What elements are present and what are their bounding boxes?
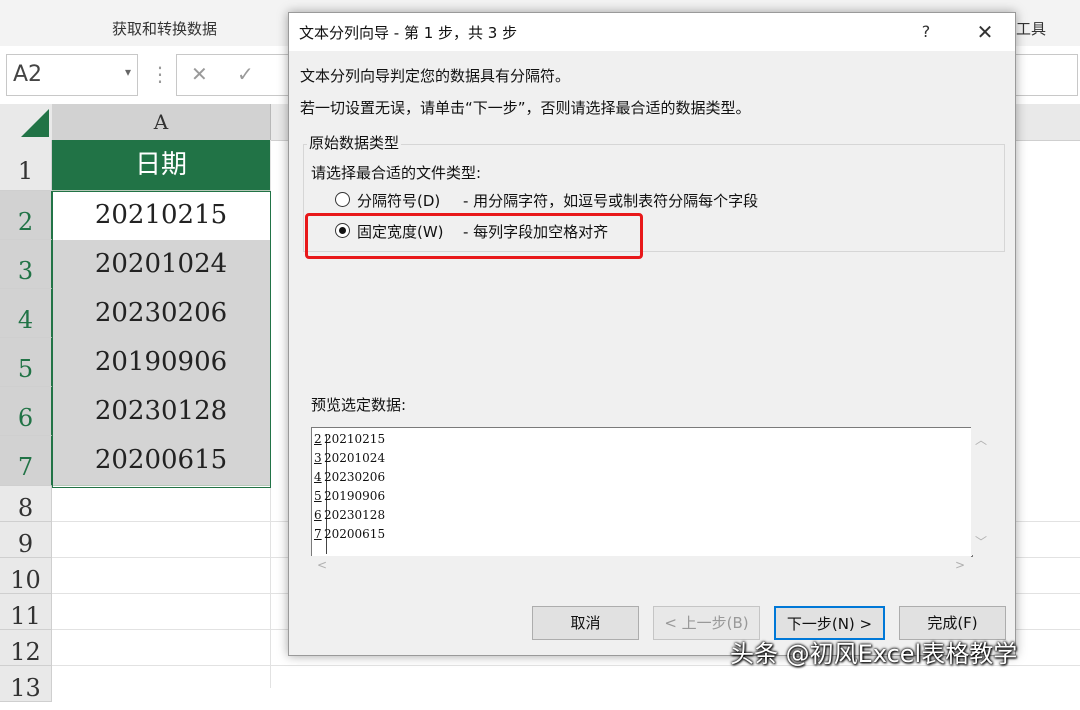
row-header-6[interactable]: 6 [0, 387, 53, 436]
name-box-value: A2 [13, 62, 43, 87]
row-header-9[interactable]: 9 [0, 522, 52, 558]
name-box[interactable]: A2 ▾ [6, 54, 138, 96]
chevron-down-icon[interactable]: ▾ [125, 65, 131, 79]
select-all-corner[interactable] [0, 104, 53, 141]
row-header-13[interactable]: 13 [0, 666, 52, 702]
ribbon-tools-label: 工具 [1016, 20, 1047, 38]
watermark: 头条 @初风Excel表格教学 [730, 640, 1018, 668]
delimited-description: - 用分隔字符，如逗号或制表符分隔每个字段 [463, 192, 759, 210]
dialog-title: 文本分列向导 - 第 1 步，共 3 步 [299, 24, 518, 42]
row-header-10[interactable]: 10 [0, 558, 52, 594]
dialog-titlebar[interactable]: 文本分列向导 - 第 1 步，共 3 步 ? ✕ [289, 13, 1015, 51]
row-header-12[interactable]: 12 [0, 630, 52, 666]
row-header-11[interactable]: 11 [0, 594, 52, 630]
row-header-7[interactable]: 7 [0, 436, 53, 486]
data-type-group-title: 原始数据类型 [307, 132, 402, 153]
preview-row: 2 20210215 [314, 432, 386, 446]
preview-row: 5 20190906 [314, 489, 386, 503]
preview-vertical-scrollbar[interactable]: ︿ ﹀ [971, 427, 991, 555]
scroll-down-icon[interactable]: ﹀ [975, 533, 987, 550]
preview-label: 预览选定数据: [311, 396, 407, 414]
row-header-8[interactable]: 8 [0, 486, 52, 522]
scroll-up-icon[interactable]: ︿ [975, 431, 987, 448]
delimited-radio[interactable] [335, 192, 350, 207]
confirm-formula-icon[interactable]: ✓ [237, 62, 254, 86]
cancel-button[interactable]: 取消 [532, 606, 639, 640]
preview-pane[interactable]: 2 20210215 3 20201024 4 20230206 5 20190906 … [311, 427, 973, 557]
preview-row: 4 20230206 [314, 470, 386, 484]
preview-row: 6 20230128 [314, 508, 386, 522]
preview-row: 3 20201024 [314, 451, 386, 465]
more-icon: ⋮ [150, 62, 170, 86]
row-header-2[interactable]: 2 [0, 191, 53, 240]
row-header-5[interactable]: 5 [0, 338, 53, 387]
cell-a1[interactable]: 日期 [52, 141, 270, 191]
scroll-left-icon[interactable]: < [317, 558, 327, 572]
data-type-prompt: 请选择最合适的文件类型: [311, 164, 482, 182]
intro-line-1: 文本分列向导判定您的数据具有分隔符。 [300, 67, 571, 85]
row-header-1[interactable]: 1 [0, 140, 52, 191]
ribbon-group-label: 获取和转换数据 [112, 20, 218, 38]
help-button[interactable]: ? [909, 17, 943, 47]
cancel-formula-icon[interactable]: ✕ [191, 62, 208, 86]
close-button[interactable]: ✕ [965, 17, 1005, 47]
selection-border [52, 191, 271, 488]
preview-row: 7 20200615 [314, 527, 386, 541]
intro-line-2: 若一切设置无误，请单击“下一步”，否则请选择最合适的数据类型。 [300, 99, 751, 117]
delimited-label[interactable]: 分隔符号(D) [357, 190, 440, 211]
column-header-a[interactable]: A [52, 104, 271, 142]
preview-horizontal-scrollbar[interactable]: < > [311, 556, 971, 576]
scroll-right-icon[interactable]: > [955, 558, 965, 572]
annotation-highlight-box [305, 213, 643, 259]
text-to-columns-dialog: 文本分列向导 - 第 1 步，共 3 步 ? ✕ 文本分列向导判定您的数据具有分… [288, 12, 1016, 656]
row-header-4[interactable]: 4 [0, 289, 53, 338]
row-header-3[interactable]: 3 [0, 240, 53, 289]
